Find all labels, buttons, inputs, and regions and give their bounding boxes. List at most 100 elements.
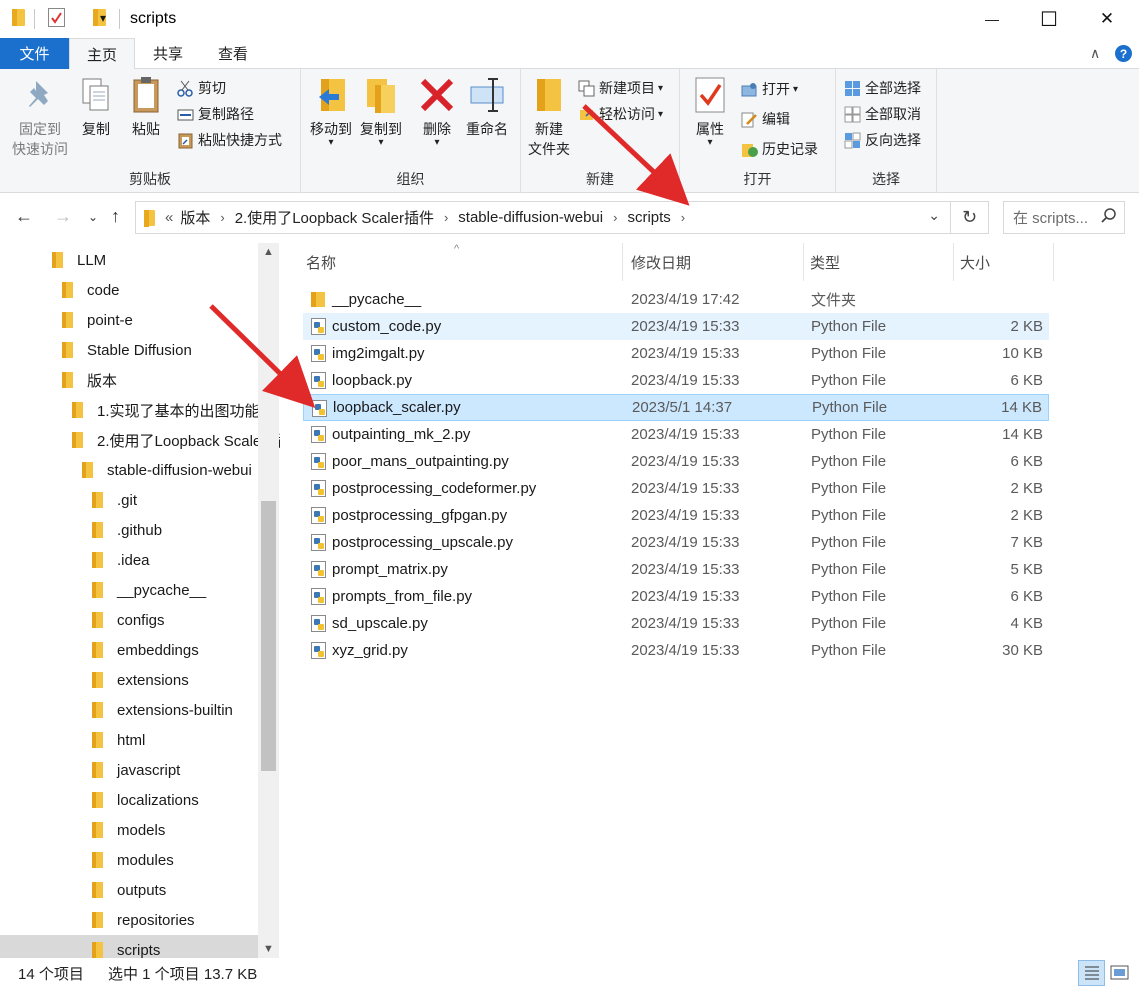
maximize-button[interactable]: ☐ [1026, 0, 1072, 38]
tree-item[interactable]: scripts [0, 935, 258, 958]
tab-file[interactable]: 文件 [0, 38, 69, 69]
file-row[interactable]: postprocessing_upscale.py 2023/4/19 15:33… [303, 529, 1049, 556]
tree-item[interactable]: stable-diffusion-webui [0, 455, 258, 485]
edit-button[interactable]: 编辑 [741, 109, 790, 129]
file-row[interactable]: custom_code.py 2023/4/19 15:33 Python File… [303, 313, 1049, 340]
copy-to-button[interactable]: 复制到 ▾ [355, 75, 407, 148]
tree-item-label: .idea [117, 551, 150, 569]
column-header-name[interactable]: 名称 [300, 243, 623, 281]
tree-item[interactable]: modules [0, 845, 258, 875]
tree-item[interactable]: outputs [0, 875, 258, 905]
tree-item[interactable]: javascript [0, 755, 258, 785]
tree-item[interactable]: repositories [0, 905, 258, 935]
column-header-size[interactable]: 大小 [954, 243, 1054, 281]
tree-item[interactable]: 2.使用了Loopback Scaler插件 [0, 425, 280, 455]
refresh-button[interactable]: ↻ [951, 201, 989, 234]
tree-item[interactable]: .idea [0, 545, 258, 575]
scroll-down-icon[interactable]: ▼ [258, 943, 279, 955]
tree-item[interactable]: 版本 [0, 365, 258, 395]
folder-icon [92, 852, 103, 868]
up-arrow-icon[interactable]: ↑ [111, 206, 120, 227]
help-icon[interactable]: ? [1115, 45, 1132, 62]
details-view-icon[interactable] [1078, 960, 1105, 986]
file-row[interactable]: loopback_scaler.py 2023/5/1 14:37 Python F… [303, 394, 1049, 421]
new-folder-button[interactable]: 新建 文件夹 [523, 75, 575, 159]
overflow-chevron[interactable]: « [165, 209, 173, 226]
tree-item[interactable]: models [0, 815, 258, 845]
move-to-button[interactable]: 移动到 ▾ [305, 75, 357, 148]
tree-item[interactable]: .git [0, 485, 258, 515]
cut-button[interactable]: 剪切 [177, 78, 226, 98]
tree-item[interactable]: code [0, 275, 258, 305]
tree-item[interactable]: __pycache__ [0, 575, 258, 605]
pin-quick-access-button[interactable]: 固定到 快速访问 [8, 75, 72, 159]
tree-item[interactable]: .github [0, 515, 258, 545]
forward-arrow-icon[interactable]: → [54, 206, 72, 227]
column-header-date[interactable]: 修改日期 [625, 243, 804, 281]
tree-item[interactable]: point-e [0, 305, 258, 335]
recent-locations-chevron-icon[interactable]: ⌄ [88, 210, 98, 224]
close-button[interactable]: ✕ [1084, 0, 1130, 38]
breadcrumb-item[interactable]: 2.使用了Loopback Scaler插件 [235, 207, 434, 228]
file-row[interactable]: poor_mans_outpainting.py 2023/4/19 15:33 P… [303, 448, 1049, 475]
quick-access-dropdown[interactable]: ▾ [100, 11, 106, 25]
tab-share[interactable]: 共享 [138, 38, 198, 69]
file-row[interactable]: prompts_from_file.py 2023/4/19 15:33 Pytho… [303, 583, 1049, 610]
chevron-right-icon[interactable]: › [444, 210, 448, 225]
breadcrumb-item[interactable]: stable-diffusion-webui [458, 209, 603, 226]
copy-button[interactable]: 复制 [74, 75, 118, 139]
tree-item[interactable]: LLM [0, 245, 258, 275]
breadcrumb-item[interactable]: scripts [627, 209, 670, 226]
paste-shortcut-button[interactable]: 粘贴快捷方式 [177, 130, 282, 150]
tree-scrollbar[interactable]: ▲ ▼ [258, 243, 279, 958]
paste-button[interactable]: 粘贴 [124, 75, 168, 139]
file-row[interactable]: xyz_grid.py 2023/4/19 15:33 Python File 30 … [303, 637, 1049, 664]
file-row[interactable]: __pycache__ 2023/4/19 17:42 文件夹 [303, 286, 1049, 313]
file-row[interactable]: loopback.py 2023/4/19 15:33 Python File 6 K… [303, 367, 1049, 394]
file-row[interactable]: sd_upscale.py 2023/4/19 15:33 Python File 4… [303, 610, 1049, 637]
file-row[interactable]: postprocessing_codeformer.py 2023/4/19 15… [303, 475, 1049, 502]
file-row[interactable]: postprocessing_gfpgan.py 2023/4/19 15:33 P… [303, 502, 1049, 529]
delete-button[interactable]: 删除 ▾ [417, 75, 457, 148]
address-bar[interactable]: « 版本 › 2.使用了Loopback Scaler插件 › stable-d… [135, 201, 951, 234]
copy-path-button[interactable]: 复制路径 [177, 104, 254, 124]
properties-button[interactable]: 属性 ▾ [688, 75, 732, 148]
file-row[interactable]: prompt_matrix.py 2023/4/19 15:33 Python Fi… [303, 556, 1049, 583]
tree-item[interactable]: extensions [0, 665, 258, 695]
invert-selection-button[interactable]: 反向选择 [844, 130, 921, 150]
easy-access-button[interactable]: 轻松访问 ▾ [578, 104, 663, 124]
tree-item[interactable]: html [0, 725, 258, 755]
minimize-button[interactable]: — [969, 0, 1015, 38]
tree-item[interactable]: 1.实现了基本的出图功能 [0, 395, 260, 425]
tab-home[interactable]: 主页 [69, 38, 135, 70]
scrollbar-thumb[interactable] [261, 501, 276, 771]
open-button[interactable]: 打开 ▾ [741, 79, 798, 99]
new-item-button[interactable]: 新建项目 ▾ [578, 78, 663, 98]
tree-item[interactable]: extensions-builtin [0, 695, 258, 725]
navigation-tree[interactable]: LLM code point-e Stable Diffusion 版本 1.实现了基本的… [0, 243, 280, 958]
tree-item[interactable]: embeddings [0, 635, 258, 665]
tree-item[interactable]: configs [0, 605, 258, 635]
select-all-button[interactable]: 全部选择 [844, 78, 921, 98]
collapse-ribbon-button[interactable]: ∧ [1090, 38, 1100, 69]
tree-item[interactable]: Stable Diffusion [0, 335, 258, 365]
file-row[interactable]: img2imgalt.py 2023/4/19 15:33 Python File 1… [303, 340, 1049, 367]
large-icons-view-icon[interactable] [1106, 960, 1133, 986]
history-button[interactable]: 历史记录 [741, 139, 818, 159]
tree-item-label: outputs [117, 881, 167, 899]
column-header-type[interactable]: 类型 [804, 243, 954, 281]
chevron-right-icon[interactable]: › [613, 210, 617, 225]
address-dropdown-icon[interactable]: ⌄ [928, 207, 940, 224]
file-row[interactable]: outpainting_mk_2.py 2023/4/19 15:33 Python… [303, 421, 1049, 448]
rename-button[interactable]: 重命名 [461, 75, 513, 139]
tree-item[interactable]: localizations [0, 785, 258, 815]
chevron-right-icon[interactable]: › [220, 210, 224, 225]
breadcrumb-item[interactable]: 版本 [180, 207, 210, 228]
back-arrow-icon[interactable]: ← [15, 206, 33, 227]
scroll-up-icon[interactable]: ▲ [258, 246, 279, 258]
search-input[interactable]: 在 scripts... [1003, 201, 1125, 234]
select-none-button[interactable]: 全部取消 [844, 104, 921, 124]
tab-view[interactable]: 查看 [203, 38, 263, 69]
chevron-right-icon[interactable]: › [681, 210, 685, 225]
properties-quick-icon[interactable] [48, 8, 65, 27]
